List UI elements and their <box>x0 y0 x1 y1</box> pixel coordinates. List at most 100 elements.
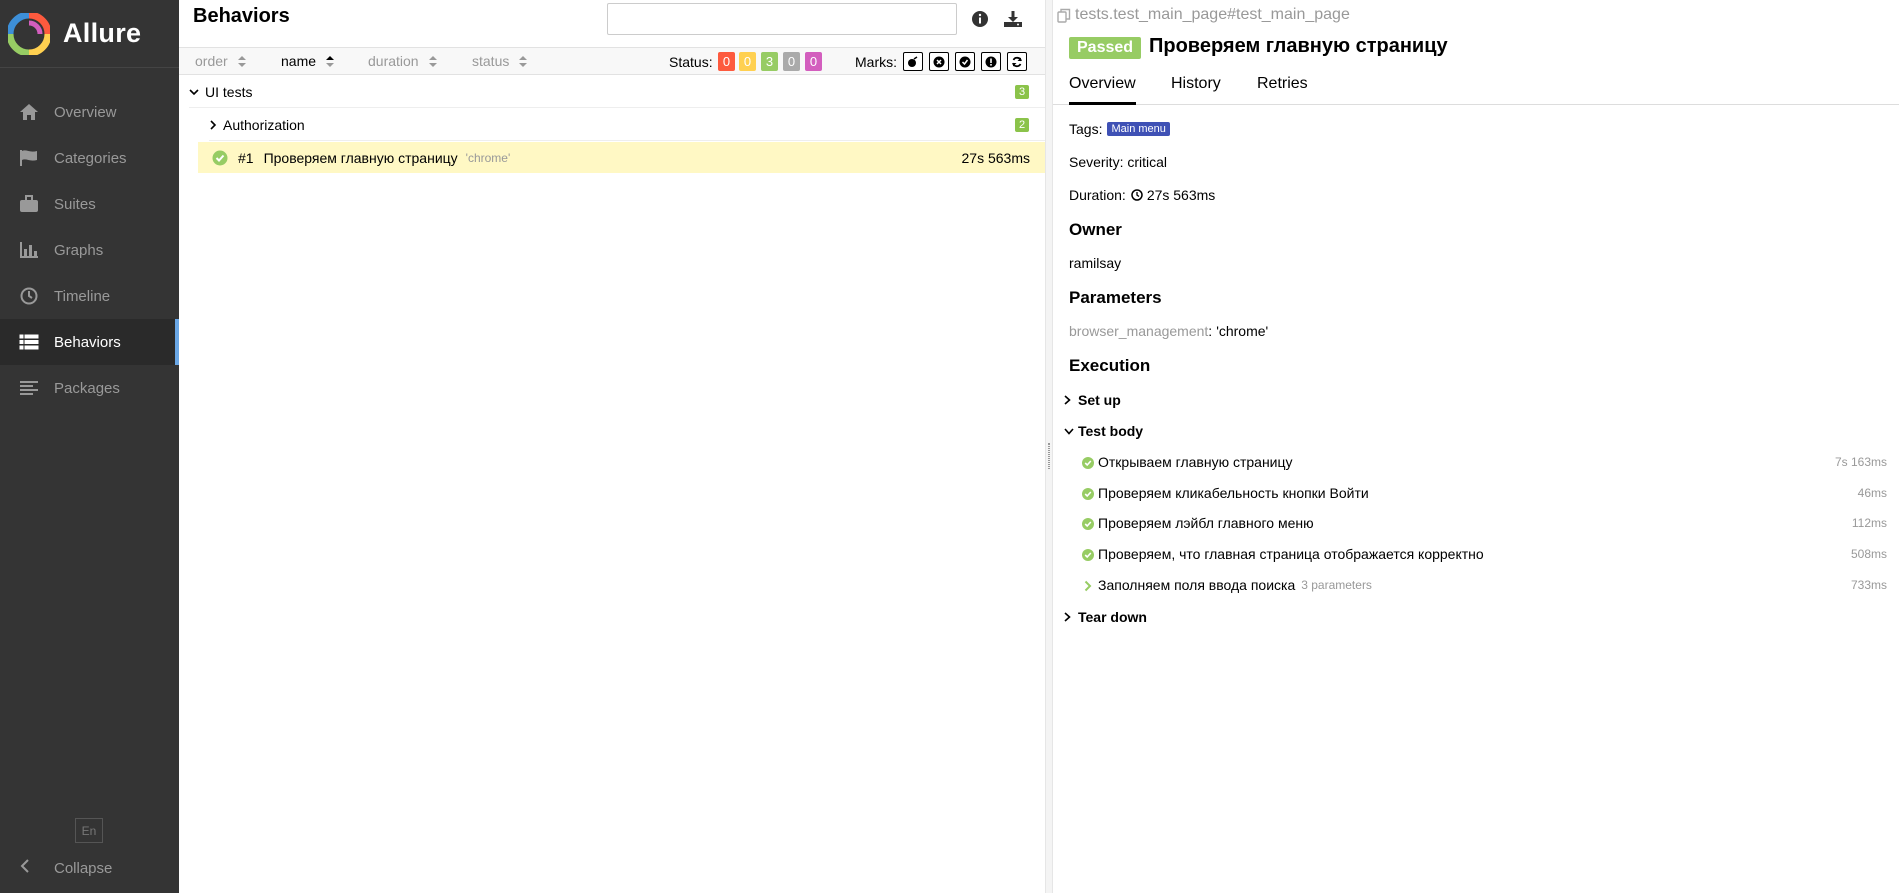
check-circle-icon <box>1082 456 1094 469</box>
sidebar-item-label: Behaviors <box>54 333 121 351</box>
sort-order[interactable]: order <box>195 53 246 69</box>
status-failed-badge[interactable]: 0 <box>718 52 735 71</box>
info-icon[interactable] <box>970 9 990 29</box>
sort-duration[interactable]: duration <box>368 53 437 69</box>
sidebar-item-timeline[interactable]: Timeline <box>0 273 179 319</box>
tree-group-authorization[interactable]: Authorization 2 <box>209 109 1045 141</box>
detail-tabs: Overview History Retries <box>1053 70 1899 105</box>
language-switcher[interactable]: En <box>75 818 103 843</box>
sidebar-item-packages[interactable]: Packages <box>0 365 179 411</box>
clock-icon <box>18 285 40 307</box>
duration-label: Duration: <box>1069 187 1126 203</box>
status-skipped-badge[interactable]: 0 <box>783 52 800 71</box>
chevron-right-icon <box>209 119 221 130</box>
app-name: Allure <box>63 18 142 48</box>
step-row[interactable]: Заполняем поля ввода поиска 3 parameters… <box>1082 577 1887 593</box>
mark-flaky-icon[interactable] <box>903 52 923 71</box>
parameter-colon: : <box>1208 323 1213 339</box>
parameter-value: 'chrome' <box>1216 323 1269 339</box>
group-label: Authorization <box>223 116 305 133</box>
step-duration: 46ms <box>1857 486 1887 500</box>
sort-status[interactable]: status <box>472 53 528 69</box>
test-number: #1 <box>238 149 254 166</box>
duration-line: Duration: 27s 563ms <box>1069 187 1215 203</box>
step-name: Проверяем, что главная страница отобража… <box>1098 546 1484 562</box>
align-left-icon <box>18 377 40 399</box>
status-unknown-badge[interactable]: 0 <box>805 52 822 71</box>
step-name: Заполняем поля ввода поиска <box>1098 577 1296 593</box>
teardown-toggle[interactable]: Tear down <box>1064 609 1147 625</box>
sidebar-item-categories[interactable]: Categories <box>0 135 179 181</box>
step-name: Открываем главную страницу <box>1098 454 1293 470</box>
teardown-label: Tear down <box>1078 609 1147 625</box>
behaviors-pane: Behaviors order name duration status Sta… <box>179 0 1046 893</box>
test-body-label: Test body <box>1078 423 1144 439</box>
test-parameter: 'chrome' <box>465 150 511 165</box>
download-icon[interactable] <box>1003 9 1023 29</box>
group-label: UI tests <box>205 83 253 100</box>
mark-new-broken-icon[interactable] <box>981 52 1001 71</box>
tab-retries[interactable]: Retries <box>1257 75 1308 105</box>
execution-heading: Execution <box>1069 356 1151 375</box>
tree-group-ui-tests[interactable]: UI tests 3 <box>189 76 1045 108</box>
brand[interactable]: Allure <box>0 0 179 68</box>
step-row[interactable]: Проверяем лэйбл главного меню 112ms <box>1082 515 1887 531</box>
chevron-right-icon <box>1064 395 1071 405</box>
mark-new-passed-icon[interactable] <box>955 52 975 71</box>
step-duration: 7s 163ms <box>1834 455 1887 469</box>
tags-label: Tags: <box>1069 121 1103 137</box>
step-name: Проверяем лэйбл главного меню <box>1098 515 1314 531</box>
parameter-row: browser_management : 'chrome' <box>1069 323 1268 339</box>
status-badge: Passed <box>1069 37 1142 59</box>
test-path[interactable]: tests.test_main_page#test_main_page <box>1057 6 1350 24</box>
status-broken-badge[interactable]: 0 <box>739 52 756 71</box>
severity-line: Severity: critical <box>1069 154 1168 170</box>
check-circle-icon <box>1082 548 1094 561</box>
sort-name[interactable]: name <box>281 53 335 69</box>
sidebar-item-suites[interactable]: Suites <box>0 181 179 227</box>
mark-new-failed-icon[interactable] <box>929 52 949 71</box>
allure-logo <box>6 11 52 56</box>
status-passed-badge[interactable]: 3 <box>761 52 778 71</box>
sort-arrows-icon <box>428 55 437 67</box>
list-icon <box>18 331 40 353</box>
sidebar-item-overview[interactable]: Overview <box>0 89 179 135</box>
parameter-name: browser_management <box>1069 323 1209 339</box>
step-params: 3 parameters <box>1301 578 1372 592</box>
sidebar-item-label: Overview <box>54 103 117 121</box>
sort-arrows-icon <box>326 55 335 67</box>
setup-toggle[interactable]: Set up <box>1064 392 1121 408</box>
test-body-toggle[interactable]: Test body <box>1064 423 1143 439</box>
sidebar-nav: Overview Categories Suites Graphs Timeli… <box>0 89 179 411</box>
collapse-button[interactable]: Collapse <box>0 856 112 880</box>
step-row[interactable]: Проверяем, что главная страница отобража… <box>1082 546 1887 562</box>
chevron-right-icon <box>1064 612 1071 622</box>
sort-arrows-icon <box>519 55 528 67</box>
sort-arrows-icon <box>237 55 246 67</box>
copy-icon[interactable] <box>1057 8 1071 23</box>
tab-history[interactable]: History <box>1171 75 1221 105</box>
sidebar-item-label: Packages <box>54 379 120 397</box>
sidebar-item-label: Timeline <box>54 287 111 305</box>
chevron-left-icon <box>20 859 34 877</box>
sort-duration-label: duration <box>368 53 419 69</box>
test-name: Проверяем главную страницу <box>263 149 458 166</box>
step-name: Проверяем кликабельность кнопки Войти <box>1098 485 1369 501</box>
sort-order-label: order <box>195 53 228 69</box>
sort-name-label: name <box>281 53 317 69</box>
test-result-row[interactable]: #1 Проверяем главную страницу 'chrome' 2… <box>198 142 1046 173</box>
search-input[interactable] <box>607 3 957 35</box>
status-filter-label: Status: <box>669 54 713 70</box>
sidebar-item-graphs[interactable]: Graphs <box>0 227 179 273</box>
tab-overview[interactable]: Overview <box>1069 75 1136 105</box>
tags-line: Tags: Main menu <box>1069 121 1170 137</box>
sidebar-item-behaviors[interactable]: Behaviors <box>0 319 179 365</box>
mark-retries-icon[interactable] <box>1007 52 1027 71</box>
step-row[interactable]: Проверяем кликабельность кнопки Войти 46… <box>1082 485 1887 501</box>
parameters-heading: Parameters <box>1069 288 1162 307</box>
splitter-grip[interactable] <box>1048 443 1050 469</box>
test-path-text: tests.test_main_page#test_main_page <box>1075 6 1350 23</box>
bar-chart-icon <box>18 239 40 261</box>
collapse-label: Collapse <box>54 859 113 877</box>
step-row[interactable]: Открываем главную страницу 7s 163ms <box>1082 454 1887 470</box>
